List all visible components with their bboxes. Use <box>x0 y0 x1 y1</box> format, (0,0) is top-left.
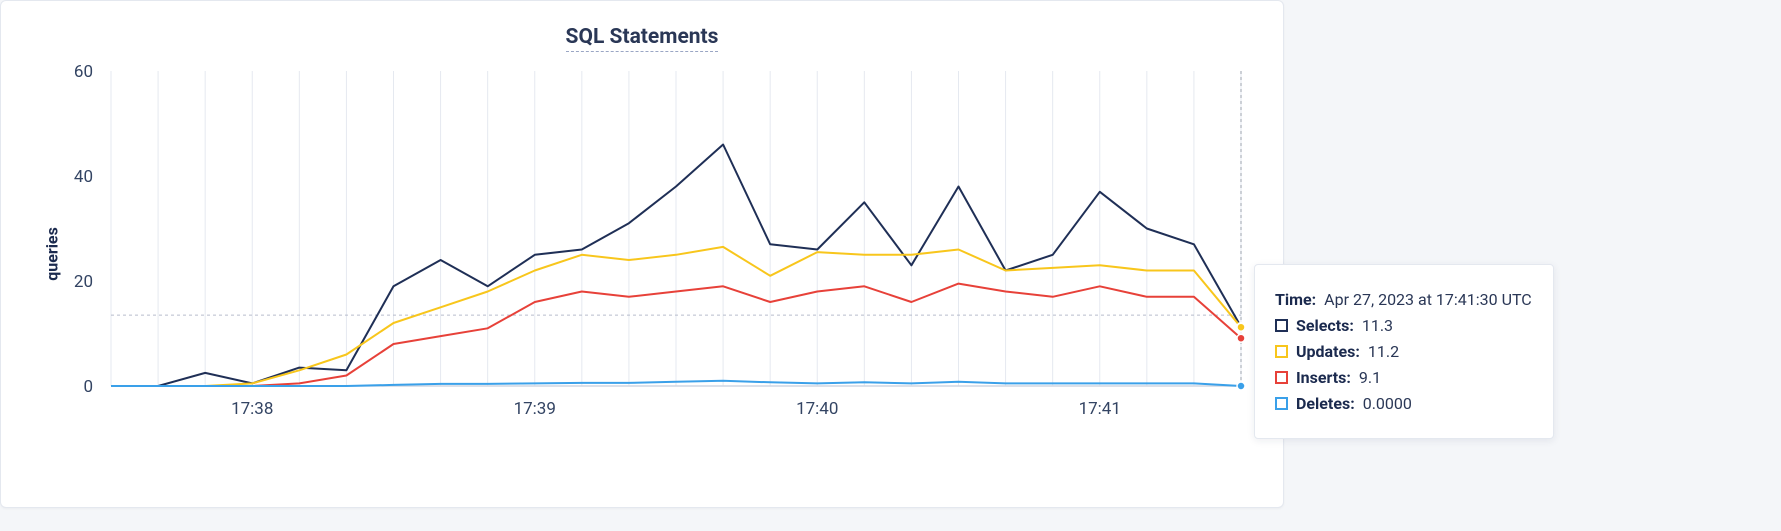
cursor-dot-deletes <box>1237 382 1245 390</box>
chart-svg: 0204060 17:3817:3917:4017:41 <box>111 71 1241 386</box>
tooltip-time-label: Time: <box>1275 290 1316 309</box>
svg-text:0: 0 <box>83 377 93 397</box>
svg-text:60: 60 <box>74 62 93 82</box>
tooltip-value-deletes: 0.0000 <box>1363 394 1412 413</box>
tooltip-row-updates: Updates: 11.2 <box>1275 342 1533 361</box>
svg-text:17:41: 17:41 <box>1079 399 1121 419</box>
tooltip-label-updates: Updates: <box>1296 342 1360 361</box>
svg-text:17:38: 17:38 <box>231 399 273 419</box>
swatch-deletes-icon <box>1275 397 1288 410</box>
tooltip-label-deletes: Deletes: <box>1296 394 1355 413</box>
tooltip-row-deletes: Deletes: 0.0000 <box>1275 394 1533 413</box>
plot-area[interactable]: 0204060 17:3817:3917:4017:41 <box>111 71 1241 386</box>
svg-text:17:40: 17:40 <box>796 399 838 419</box>
tooltip-label-inserts: Inserts: <box>1296 368 1351 387</box>
tooltip-label-selects: Selects: <box>1296 316 1354 335</box>
tooltip-row-inserts: Inserts: 9.1 <box>1275 368 1533 387</box>
tooltip-panel: Time: Apr 27, 2023 at 17:41:30 UTC Selec… <box>1254 264 1554 439</box>
tooltip-time-value: Apr 27, 2023 at 17:41:30 UTC <box>1324 290 1532 309</box>
chart-panel: SQL Statements queries 0204060 17:3817:3… <box>0 0 1781 531</box>
tooltip-time-row: Time: Apr 27, 2023 at 17:41:30 UTC <box>1275 290 1533 309</box>
chart-title: SQL Statements <box>1 25 1283 49</box>
cursor-dot-updates <box>1237 323 1245 331</box>
tooltip-value-inserts: 9.1 <box>1359 368 1381 387</box>
swatch-selects-icon <box>1275 319 1288 332</box>
tooltip-row-selects: Selects: 11.3 <box>1275 316 1533 335</box>
chart-card: SQL Statements queries 0204060 17:3817:3… <box>0 0 1284 508</box>
tooltip-value-updates: 11.2 <box>1368 342 1399 361</box>
tooltip-value-selects: 11.3 <box>1362 316 1393 335</box>
svg-text:40: 40 <box>74 167 93 187</box>
cursor-dot-inserts <box>1237 334 1245 342</box>
svg-text:20: 20 <box>74 272 93 292</box>
svg-text:17:39: 17:39 <box>514 399 556 419</box>
swatch-inserts-icon <box>1275 371 1288 384</box>
y-axis-label: queries <box>42 227 61 281</box>
swatch-updates-icon <box>1275 345 1288 358</box>
chart-title-text: SQL Statements <box>566 25 719 52</box>
